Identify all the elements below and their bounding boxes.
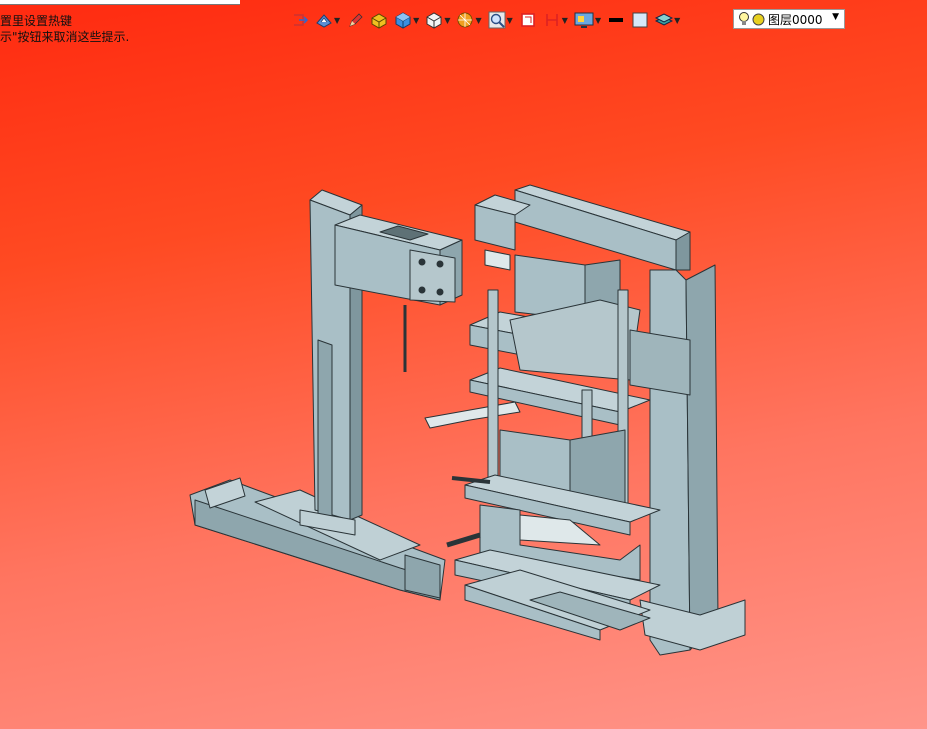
cad-assembly-model <box>189 184 746 656</box>
model-viewport[interactable] <box>0 0 927 729</box>
